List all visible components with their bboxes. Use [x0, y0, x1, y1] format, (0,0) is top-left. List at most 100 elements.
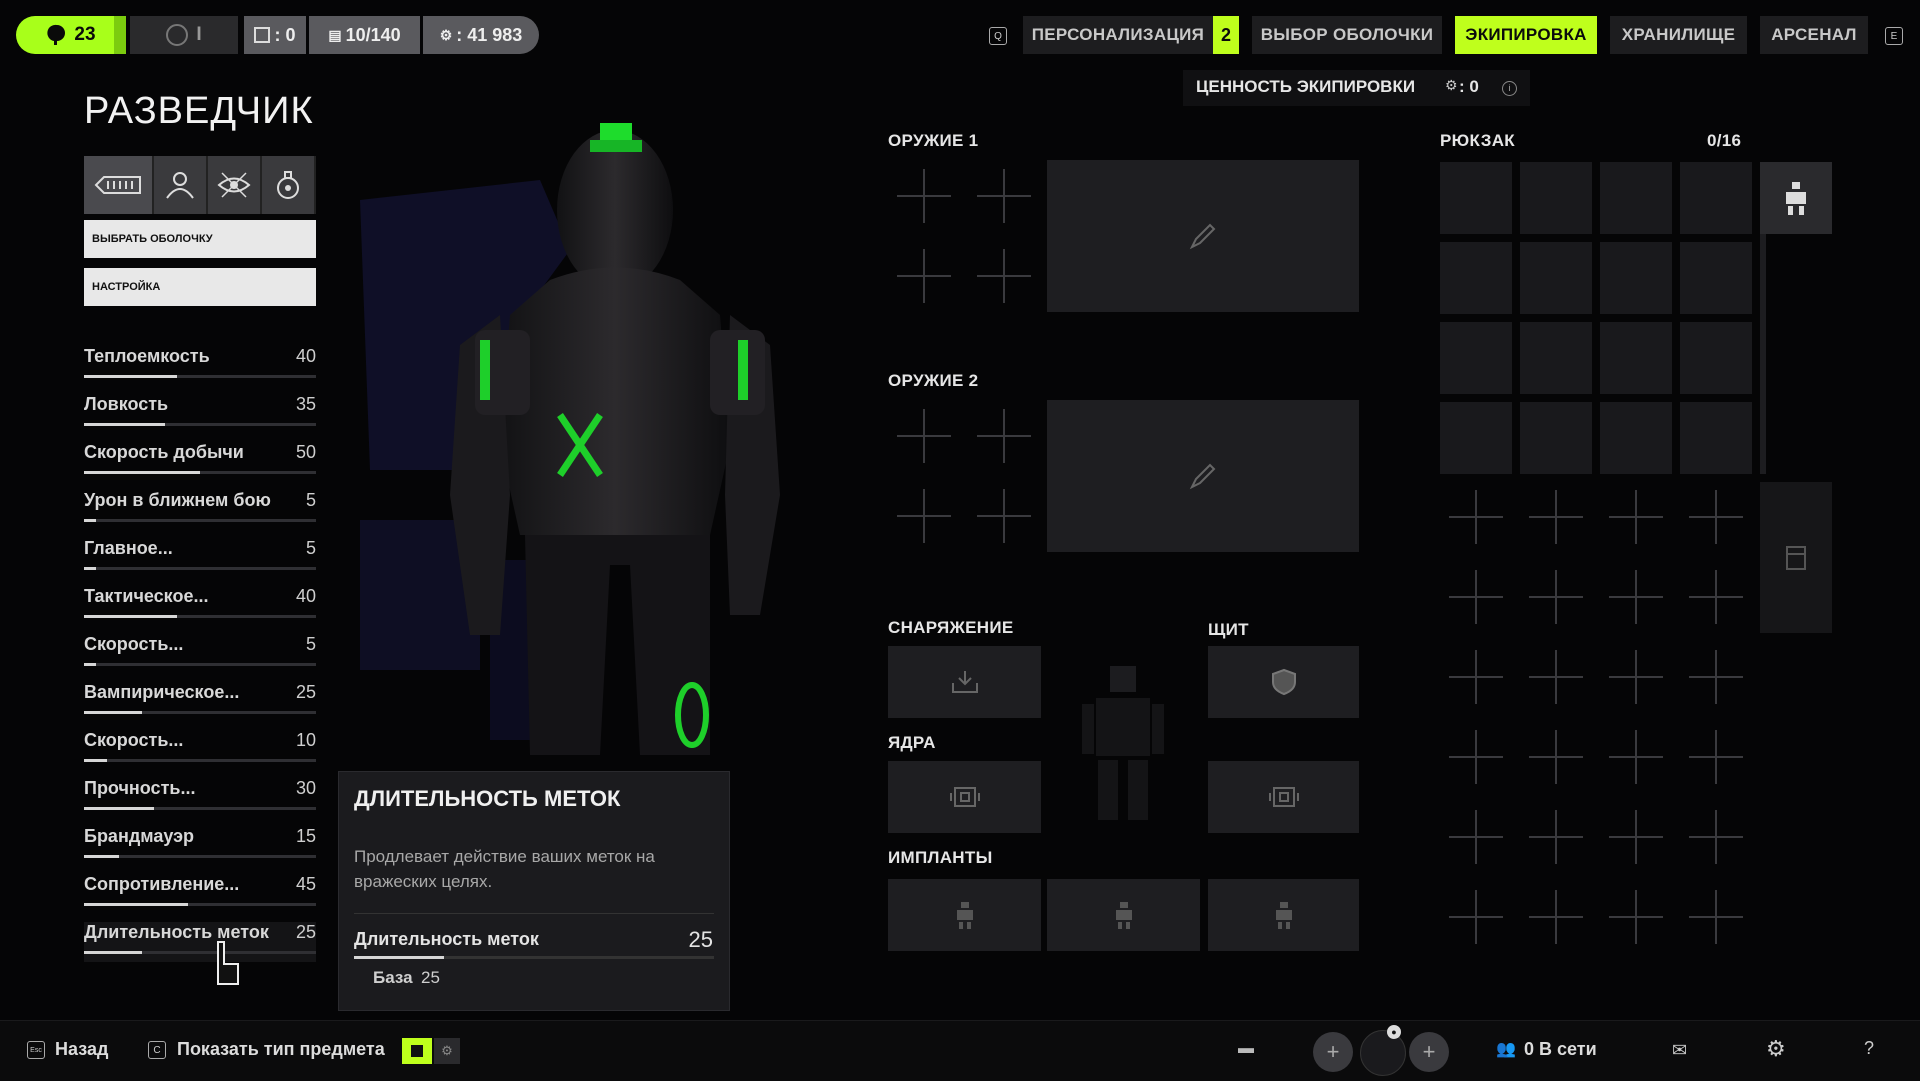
backpack-slot[interactable] — [1520, 242, 1592, 314]
backpack-empty-slot[interactable] — [1529, 570, 1583, 624]
weapon1-slot[interactable] — [1047, 160, 1359, 312]
backpack-slot[interactable] — [1440, 402, 1512, 474]
backpack-empty-slot[interactable] — [1449, 650, 1503, 704]
backpack-slot[interactable] — [1600, 162, 1672, 234]
backpack-tab-character[interactable] — [1760, 162, 1832, 234]
backpack-slot[interactable] — [1600, 402, 1672, 474]
online-count[interactable]: 0 В сети — [1524, 1039, 1597, 1060]
backpack-empty-slot[interactable] — [1609, 570, 1663, 624]
backpack-slot[interactable] — [1440, 322, 1512, 394]
stat-row[interactable]: Скорость... 10 — [84, 730, 316, 770]
info-icon[interactable]: i — [1502, 81, 1517, 96]
attachment-slot[interactable] — [897, 249, 951, 303]
item-type-toggle[interactable] — [402, 1038, 432, 1064]
tab-arsenal[interactable]: АРСЕНАЛ — [1760, 16, 1868, 54]
backpack-empty-slot[interactable] — [1609, 810, 1663, 864]
backpack-slot[interactable] — [1680, 402, 1752, 474]
recon-eye-icon[interactable] — [208, 156, 262, 214]
backpack-slot[interactable] — [1520, 162, 1592, 234]
stat-row[interactable]: Брандмауэр 15 — [84, 826, 316, 866]
add-party-member-button[interactable]: + — [1409, 1032, 1449, 1072]
backpack-slot[interactable] — [1520, 402, 1592, 474]
implant-slot-3[interactable] — [1208, 879, 1359, 951]
attachment-slot[interactable] — [977, 249, 1031, 303]
implant-slot-1[interactable] — [888, 879, 1041, 951]
stat-row[interactable]: Длительность меток 25 — [84, 922, 316, 962]
player-level-badge[interactable]: 23 — [16, 16, 126, 54]
backpack-empty-slot[interactable] — [1689, 650, 1743, 704]
stat-row[interactable]: Скорость добычи 50 — [84, 442, 316, 482]
backpack-empty-slot[interactable] — [1609, 490, 1663, 544]
attachment-slot[interactable] — [897, 169, 951, 223]
show-item-type-button[interactable]: Показать тип предмета — [177, 1039, 385, 1060]
core-slot-2[interactable] — [1208, 761, 1359, 833]
backpack-empty-slot[interactable] — [1529, 650, 1583, 704]
mail-icon[interactable]: ✉ — [1672, 1040, 1687, 1061]
backpack-slot[interactable] — [1600, 322, 1672, 394]
player-avatar[interactable]: ● — [1360, 1025, 1406, 1076]
backpack-slot[interactable] — [1680, 242, 1752, 314]
stat-row[interactable]: Вампирическое... 25 — [84, 682, 316, 722]
backpack-empty-slot[interactable] — [1689, 490, 1743, 544]
attachment-slot[interactable] — [977, 169, 1031, 223]
stat-bar — [84, 471, 316, 474]
backpack-empty-slot[interactable] — [1609, 650, 1663, 704]
backpack-empty-slot[interactable] — [1609, 890, 1663, 944]
backpack-empty-slot[interactable] — [1689, 570, 1743, 624]
stat-row[interactable]: Главное... 5 — [84, 538, 316, 578]
chat-icon[interactable]: ▬ — [1238, 1040, 1254, 1058]
implant-slot-2[interactable] — [1047, 879, 1200, 951]
stat-row[interactable]: Тактическое... 40 — [84, 586, 316, 626]
backpack-empty-slot[interactable] — [1449, 490, 1503, 544]
add-party-member-button[interactable]: + — [1313, 1032, 1353, 1072]
core-slot-1[interactable] — [888, 761, 1041, 833]
backpack-empty-slot[interactable] — [1529, 810, 1583, 864]
stat-row[interactable]: Ловкость 35 — [84, 394, 316, 434]
stat-row[interactable]: Скорость... 5 — [84, 634, 316, 674]
backpack-empty-slot[interactable] — [1449, 810, 1503, 864]
stat-row[interactable]: Теплоемкость 40 — [84, 346, 316, 386]
backpack-slot[interactable] — [1520, 322, 1592, 394]
backpack-empty-slot[interactable] — [1529, 730, 1583, 784]
backpack-empty-slot[interactable] — [1449, 730, 1503, 784]
backpack-empty-slot[interactable] — [1689, 890, 1743, 944]
stat-row[interactable]: Урон в ближнем бою 5 — [84, 490, 316, 530]
backpack-slot[interactable] — [1600, 242, 1672, 314]
tab-personalization[interactable]: ПЕРСОНАЛИЗАЦИЯ — [1023, 16, 1213, 54]
credits-filter-icon[interactable]: ⚙ — [434, 1038, 460, 1064]
grenade-icon[interactable] — [262, 156, 316, 214]
backpack-empty-slot[interactable] — [1449, 570, 1503, 624]
gear-slot[interactable] — [888, 646, 1041, 718]
tab-storage[interactable]: ХРАНИЛИЩЕ — [1610, 16, 1747, 54]
backpack-scrollbar[interactable] — [1760, 234, 1766, 474]
tab-shell-select[interactable]: ВЫБОР ОБОЛОЧКИ — [1252, 16, 1442, 54]
backpack-tab-storage[interactable] — [1760, 482, 1832, 633]
settings-gear-icon[interactable]: ⚙ — [1766, 1036, 1786, 1062]
backpack-slot[interactable] — [1680, 322, 1752, 394]
backpack-slot[interactable] — [1440, 242, 1512, 314]
shield-slot[interactable] — [1208, 646, 1359, 718]
help-icon[interactable]: ? — [1864, 1038, 1874, 1059]
stat-row[interactable]: Сопротивление... 45 — [84, 874, 316, 914]
backpack-slot[interactable] — [1440, 162, 1512, 234]
weapon-icon[interactable] — [84, 156, 154, 214]
backpack-empty-slot[interactable] — [1689, 730, 1743, 784]
backpack-empty-slot[interactable] — [1529, 890, 1583, 944]
attachment-slot[interactable] — [897, 409, 951, 463]
squad-icon[interactable] — [154, 156, 208, 214]
select-shell-button[interactable]: ВЫБРАТЬ ОБОЛОЧКУ — [84, 220, 316, 258]
settings-button[interactable]: НАСТРОЙКА — [84, 268, 316, 306]
backpack-empty-slot[interactable] — [1449, 890, 1503, 944]
backpack-empty-slot[interactable] — [1609, 730, 1663, 784]
weapon2-slot[interactable] — [1047, 400, 1359, 552]
stat-row[interactable]: Прочность... 30 — [84, 778, 316, 818]
back-button[interactable]: Назад — [55, 1039, 108, 1060]
attachment-slot[interactable] — [977, 489, 1031, 543]
backpack-empty-slot[interactable] — [1529, 490, 1583, 544]
attachment-slot[interactable] — [977, 409, 1031, 463]
backpack-slot[interactable] — [1680, 162, 1752, 234]
tab-equipment[interactable]: ЭКИПИРОВКА — [1455, 16, 1597, 54]
backpack-empty-slot[interactable] — [1689, 810, 1743, 864]
stat-name: Прочность... — [84, 778, 196, 798]
attachment-slot[interactable] — [897, 489, 951, 543]
